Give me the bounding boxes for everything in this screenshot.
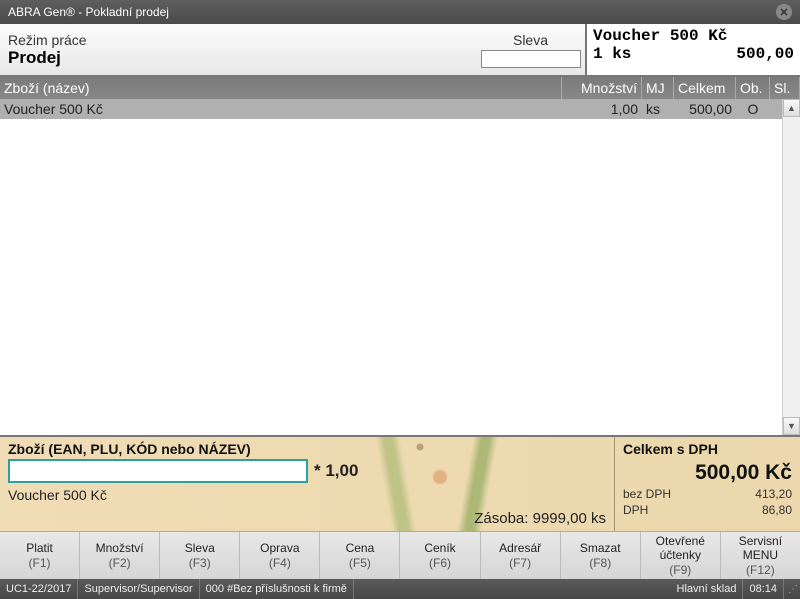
resize-grip-icon[interactable]: ⋰ (784, 579, 800, 599)
window-title: ABRA Gen® - Pokladní prodej (8, 5, 776, 19)
mode-panel: Režim práce Prodej (0, 24, 480, 75)
total-amount: 500,00 Kč (623, 461, 792, 485)
discount-panel: Sleva (480, 24, 585, 75)
titlebar: ABRA Gen® - Pokladní prodej ✕ (0, 0, 800, 24)
grid-header: Zboží (název) Množství MJ Celkem Ob. Sl. (0, 77, 800, 99)
mode-label: Režim práce (8, 32, 472, 48)
status-company: 000 #Bez příslušnosti k firmě (200, 579, 354, 599)
status-bar: UC1-22/2017 Supervisor/Supervisor 000 #B… (0, 579, 800, 599)
display-item: Voucher 500 Kč (593, 27, 794, 45)
cell-qty: 1,00 (562, 101, 642, 117)
mode-value: Prodej (8, 48, 472, 68)
col-ob[interactable]: Ob. (736, 77, 770, 99)
scroll-down-icon[interactable]: ▼ (783, 417, 800, 435)
close-icon[interactable]: ✕ (776, 4, 792, 20)
customer-display: Voucher 500 Kč 1 ks 500,00 (585, 24, 800, 75)
entry-panel: Zboží (EAN, PLU, KÓD nebo NÁZEV) * 1,00 … (0, 435, 800, 531)
col-name[interactable]: Zboží (název) (0, 77, 562, 99)
col-qty[interactable]: Množství (562, 77, 642, 99)
totals-panel: Celkem s DPH 500,00 Kč bez DPH 413,20 DPH… (614, 437, 800, 531)
discount-label: Sleva (513, 32, 548, 48)
fkey-f5[interactable]: Cena(F5) (320, 532, 400, 579)
header: Režim práce Prodej Sleva Voucher 500 Kč … (0, 24, 800, 77)
table-row[interactable]: Voucher 500 Kč 1,00 ks 500,00 O (0, 99, 800, 119)
fkey-f12[interactable]: Servisní MENU(F12) (721, 532, 800, 579)
vat-value: 86,80 (762, 503, 792, 517)
total-label: Celkem s DPH (623, 441, 792, 457)
net-value: 413,20 (755, 487, 792, 501)
display-qty: 1 ks (593, 45, 736, 63)
fkey-f3[interactable]: Sleva(F3) (160, 532, 240, 579)
cell-ob: O (736, 101, 770, 117)
status-doc: UC1-22/2017 (0, 579, 78, 599)
selected-item-name: Voucher 500 Kč (8, 487, 606, 503)
cell-total: 500,00 (674, 101, 736, 117)
vat-label: DPH (623, 503, 648, 517)
item-code-input[interactable] (8, 459, 308, 483)
grid-scrollbar[interactable]: ▲ ▼ (782, 99, 800, 435)
status-time: 08:14 (743, 579, 784, 599)
display-price: 500,00 (736, 45, 794, 63)
col-total[interactable]: Celkem (674, 77, 736, 99)
entry-label: Zboží (EAN, PLU, KÓD nebo NÁZEV) (8, 441, 606, 457)
function-key-bar: Platit(F1) Množství(F2) Sleva(F3) Oprava… (0, 531, 800, 579)
stock-label: Zásoba: 9999,00 ks (474, 510, 606, 527)
cell-name: Voucher 500 Kč (0, 101, 562, 117)
fkey-f9[interactable]: Otevřené účtenky(F9) (641, 532, 721, 579)
grid-body[interactable]: Voucher 500 Kč 1,00 ks 500,00 O ▲ ▼ (0, 99, 800, 435)
scroll-up-icon[interactable]: ▲ (783, 99, 800, 117)
fkey-f4[interactable]: Oprava(F4) (240, 532, 320, 579)
discount-input[interactable] (481, 50, 581, 68)
col-sl[interactable]: Sl. (770, 77, 800, 99)
status-warehouse: Hlavní sklad (671, 579, 744, 599)
fkey-f7[interactable]: Adresář(F7) (481, 532, 561, 579)
net-label: bez DPH (623, 487, 671, 501)
fkey-f8[interactable]: Smazat(F8) (561, 532, 641, 579)
col-unit[interactable]: MJ (642, 77, 674, 99)
cell-unit: ks (642, 101, 674, 117)
multiplier-label: * 1,00 (314, 461, 358, 481)
fkey-f2[interactable]: Množství(F2) (80, 532, 160, 579)
status-user: Supervisor/Supervisor (78, 579, 199, 599)
fkey-f1[interactable]: Platit(F1) (0, 532, 80, 579)
fkey-f6[interactable]: Ceník(F6) (400, 532, 480, 579)
